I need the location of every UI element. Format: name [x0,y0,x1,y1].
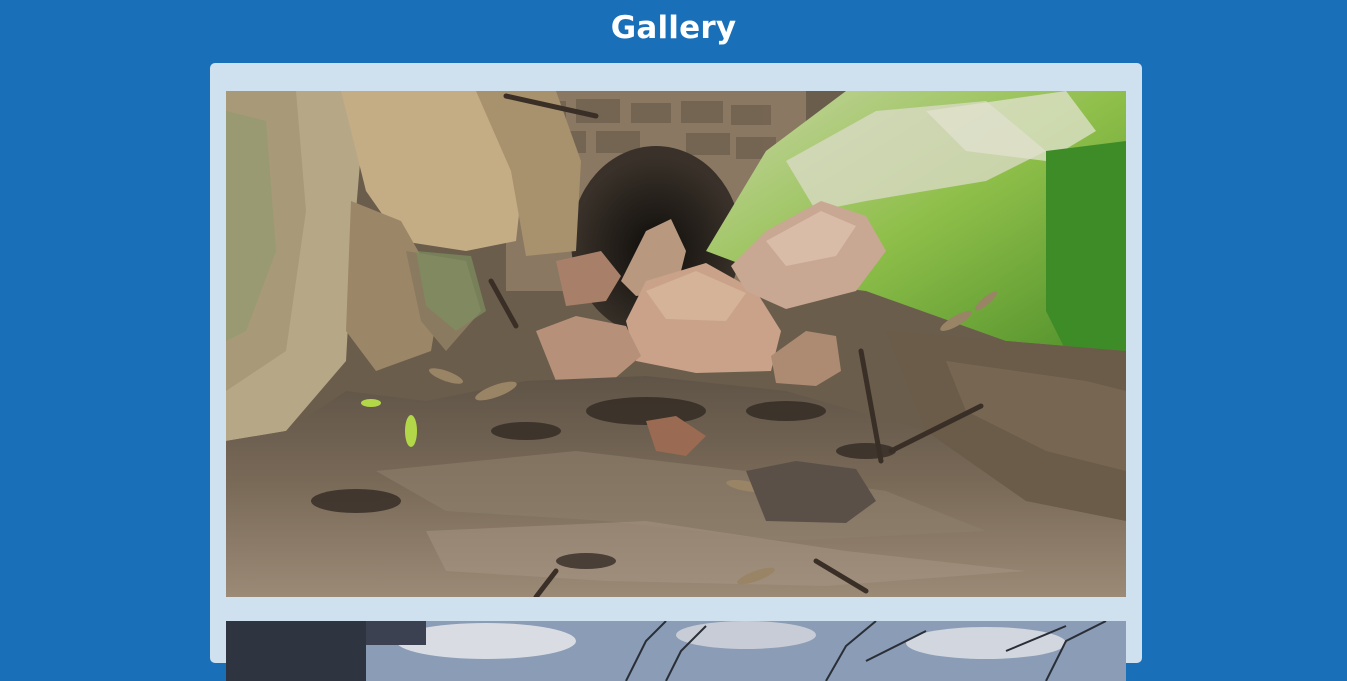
page-title: Gallery [610,10,737,46]
page-header: Gallery [0,0,1347,60]
gallery-panel [210,63,1142,681]
gallery-image-2[interactable] [226,621,1126,681]
gallery-image-1[interactable] [226,91,1126,597]
